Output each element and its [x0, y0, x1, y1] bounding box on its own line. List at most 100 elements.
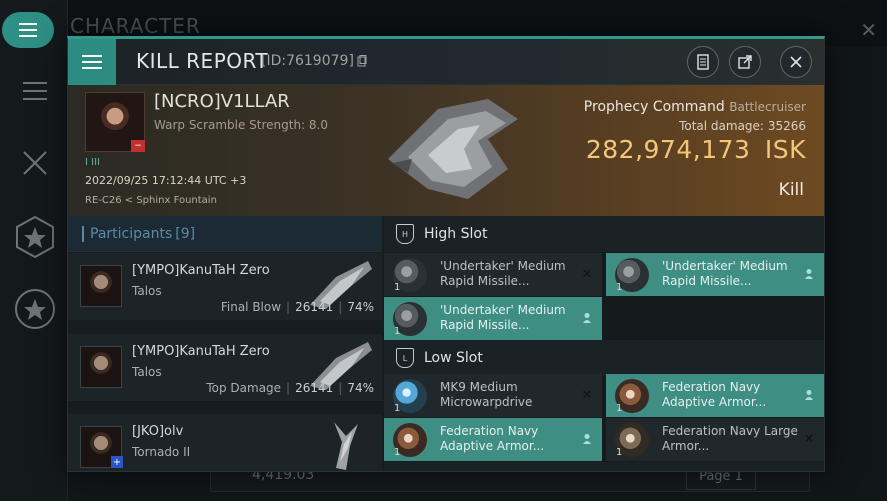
- report-id[interactable]: [ID:7619079]: [261, 53, 367, 69]
- module-quantity: 1: [616, 282, 623, 293]
- participants-header[interactable]: Participants [9]: [68, 216, 382, 252]
- participant-portrait[interactable]: [80, 346, 122, 388]
- participant-portrait[interactable]: [80, 265, 122, 307]
- participant-name[interactable]: [JKO]olv: [132, 424, 183, 439]
- module-name: MK9 Medium Microwarpdrive: [440, 380, 533, 409]
- module-quantity: 1: [394, 447, 401, 458]
- background-star-circle-icon[interactable]: [8, 282, 62, 336]
- module-name: 'Undertaker' Medium Rapid Missile...: [440, 303, 566, 332]
- victim-corp-tag: I III: [85, 157, 100, 168]
- participant-stats: Top Damage | 26141 | 74%: [206, 381, 374, 395]
- victim-banner: − [NCRO]V1LLAR Warp Scramble Strength: 8…: [68, 85, 824, 216]
- total-damage-label: Total damage:: [679, 119, 764, 133]
- module-name: 'Undertaker' Medium Rapid Missile...: [440, 259, 566, 288]
- stat-separator: |: [338, 300, 343, 314]
- stat-separator: |: [286, 381, 291, 395]
- background-swords-icon[interactable]: [8, 136, 62, 190]
- participant-percent: 74%: [347, 381, 374, 395]
- module-quantity: 1: [394, 282, 401, 293]
- participant-row[interactable]: [YMPO]KanuTaH Zero Talos Final Blow | 26…: [68, 253, 382, 321]
- module-item[interactable]: 1 'Undertaker' Medium Rapid Missile... ✕: [384, 253, 602, 296]
- participant-percent: 74%: [347, 300, 374, 314]
- participant-ship: Tornado II: [132, 445, 191, 459]
- close-button[interactable]: [780, 46, 812, 78]
- destroyed-person-icon: [580, 432, 594, 446]
- participant-role: Final Blow: [220, 300, 282, 314]
- module-name: 'Undertaker' Medium Rapid Missile...: [662, 259, 788, 288]
- isk-unit: ISK: [764, 135, 806, 164]
- participant-role: Top Damage: [206, 381, 282, 395]
- high-slot-icon: H: [396, 224, 414, 244]
- menu-icon: [82, 55, 102, 69]
- friendly-badge-icon: +: [111, 456, 123, 468]
- module-name: Federation Navy Adaptive Armor...: [440, 424, 545, 453]
- background-list-icon[interactable]: [8, 64, 62, 118]
- stat-separator: |: [338, 381, 343, 395]
- warp-scramble-strength: Warp Scramble Strength: 8.0: [154, 118, 329, 132]
- low-slot-header: L Low Slot: [384, 340, 824, 376]
- participant-row[interactable]: [YMPO]KanuTaH Zero Talos Top Damage | 26…: [68, 334, 382, 402]
- victim-ship-name[interactable]: Prophecy Command: [584, 99, 725, 115]
- kill-date: 2022/09/25 17:12:44 UTC +3: [85, 174, 247, 187]
- isk-amount: 282,974,173: [585, 135, 751, 164]
- participant-ship: Talos: [132, 365, 162, 379]
- modal-menu-button[interactable]: [68, 39, 116, 85]
- participant-row[interactable]: + [JKO]olv Tornado II: [68, 414, 382, 472]
- background-title: CHARACTER: [70, 14, 201, 38]
- participants-panel: Participants [9] [YMPO]KanuTaH Zero Talo…: [68, 216, 382, 472]
- module-name: Federation Navy Adaptive Armor...: [662, 380, 767, 409]
- background-star-hex-icon[interactable]: [8, 210, 62, 264]
- module-quantity: 1: [394, 403, 401, 414]
- participant-damage: 26141: [295, 381, 334, 395]
- kill-result: Kill: [778, 180, 804, 200]
- victim-name[interactable]: [NCRO]V1LLAR: [154, 91, 290, 112]
- low-slot-icon: L: [396, 348, 414, 368]
- participants-count: [9]: [175, 225, 196, 242]
- hostile-badge-icon: −: [131, 140, 145, 152]
- participant-name[interactable]: [YMPO]KanuTaH Zero: [132, 344, 270, 359]
- participant-name[interactable]: [YMPO]KanuTaH Zero: [132, 263, 270, 278]
- background-close-icon[interactable]: ✕: [860, 18, 877, 42]
- fitting-panel: H High Slot 1 'Undertaker' Medium Rapid …: [384, 216, 824, 471]
- module-item[interactable]: 1 'Undertaker' Medium Rapid Missile...: [606, 253, 824, 296]
- module-name: Federation Navy Large Armor...: [662, 424, 798, 453]
- report-id-text: [ID:7619079]: [261, 53, 354, 69]
- module-quantity: 1: [616, 403, 623, 414]
- module-quantity: 1: [394, 326, 401, 337]
- high-slot-header: H High Slot: [384, 216, 824, 252]
- external-link-icon: [738, 55, 752, 69]
- participants-header-bar: [82, 225, 84, 242]
- module-item[interactable]: 1 MK9 Medium Microwarpdrive ✕: [384, 374, 602, 417]
- victim-ship-image[interactable]: [368, 89, 528, 209]
- destroyed-person-icon: [580, 311, 594, 325]
- module-item[interactable]: 1 'Undertaker' Medium Rapid Missile...: [384, 297, 602, 340]
- destroyed-person-icon: [802, 267, 816, 281]
- share-external-button[interactable]: [729, 46, 761, 78]
- kill-location[interactable]: RE-C26 < Sphinx Fountain: [85, 195, 217, 206]
- next-slot-header: [384, 462, 824, 471]
- victim-ship-class: Battlecruiser: [729, 100, 806, 114]
- report-document-button[interactable]: [687, 46, 719, 78]
- dropped-x-icon: ✕: [581, 387, 593, 403]
- modal-title: KILL REPORT: [136, 49, 269, 73]
- participant-ship: Talos: [132, 284, 162, 298]
- module-quantity: 1: [616, 447, 623, 458]
- victim-ship: Prophecy Command Battlecruiser: [584, 99, 806, 115]
- total-damage-value: 35266: [767, 119, 806, 133]
- participant-ship-image[interactable]: [306, 418, 376, 472]
- participant-stats: Final Blow | 26141 | 74%: [221, 300, 374, 314]
- low-slot-label: Low Slot: [424, 350, 483, 366]
- module-item[interactable]: 1 Federation Navy Large Armor... ✕: [606, 418, 824, 461]
- background-sidebar: [0, 0, 68, 501]
- destroyed-person-icon: [802, 388, 816, 402]
- dropped-x-icon: ✕: [803, 431, 815, 447]
- document-icon: [697, 54, 709, 70]
- background-menu-button[interactable]: [2, 12, 54, 48]
- participants-label: Participants: [90, 225, 173, 242]
- copy-icon[interactable]: [357, 55, 367, 67]
- dropped-x-icon: ✕: [581, 266, 593, 282]
- participant-damage: 26141: [295, 300, 334, 314]
- module-item[interactable]: 1 Federation Navy Adaptive Armor...: [606, 374, 824, 417]
- menu-icon: [19, 23, 37, 37]
- module-item[interactable]: 1 Federation Navy Adaptive Armor...: [384, 418, 602, 461]
